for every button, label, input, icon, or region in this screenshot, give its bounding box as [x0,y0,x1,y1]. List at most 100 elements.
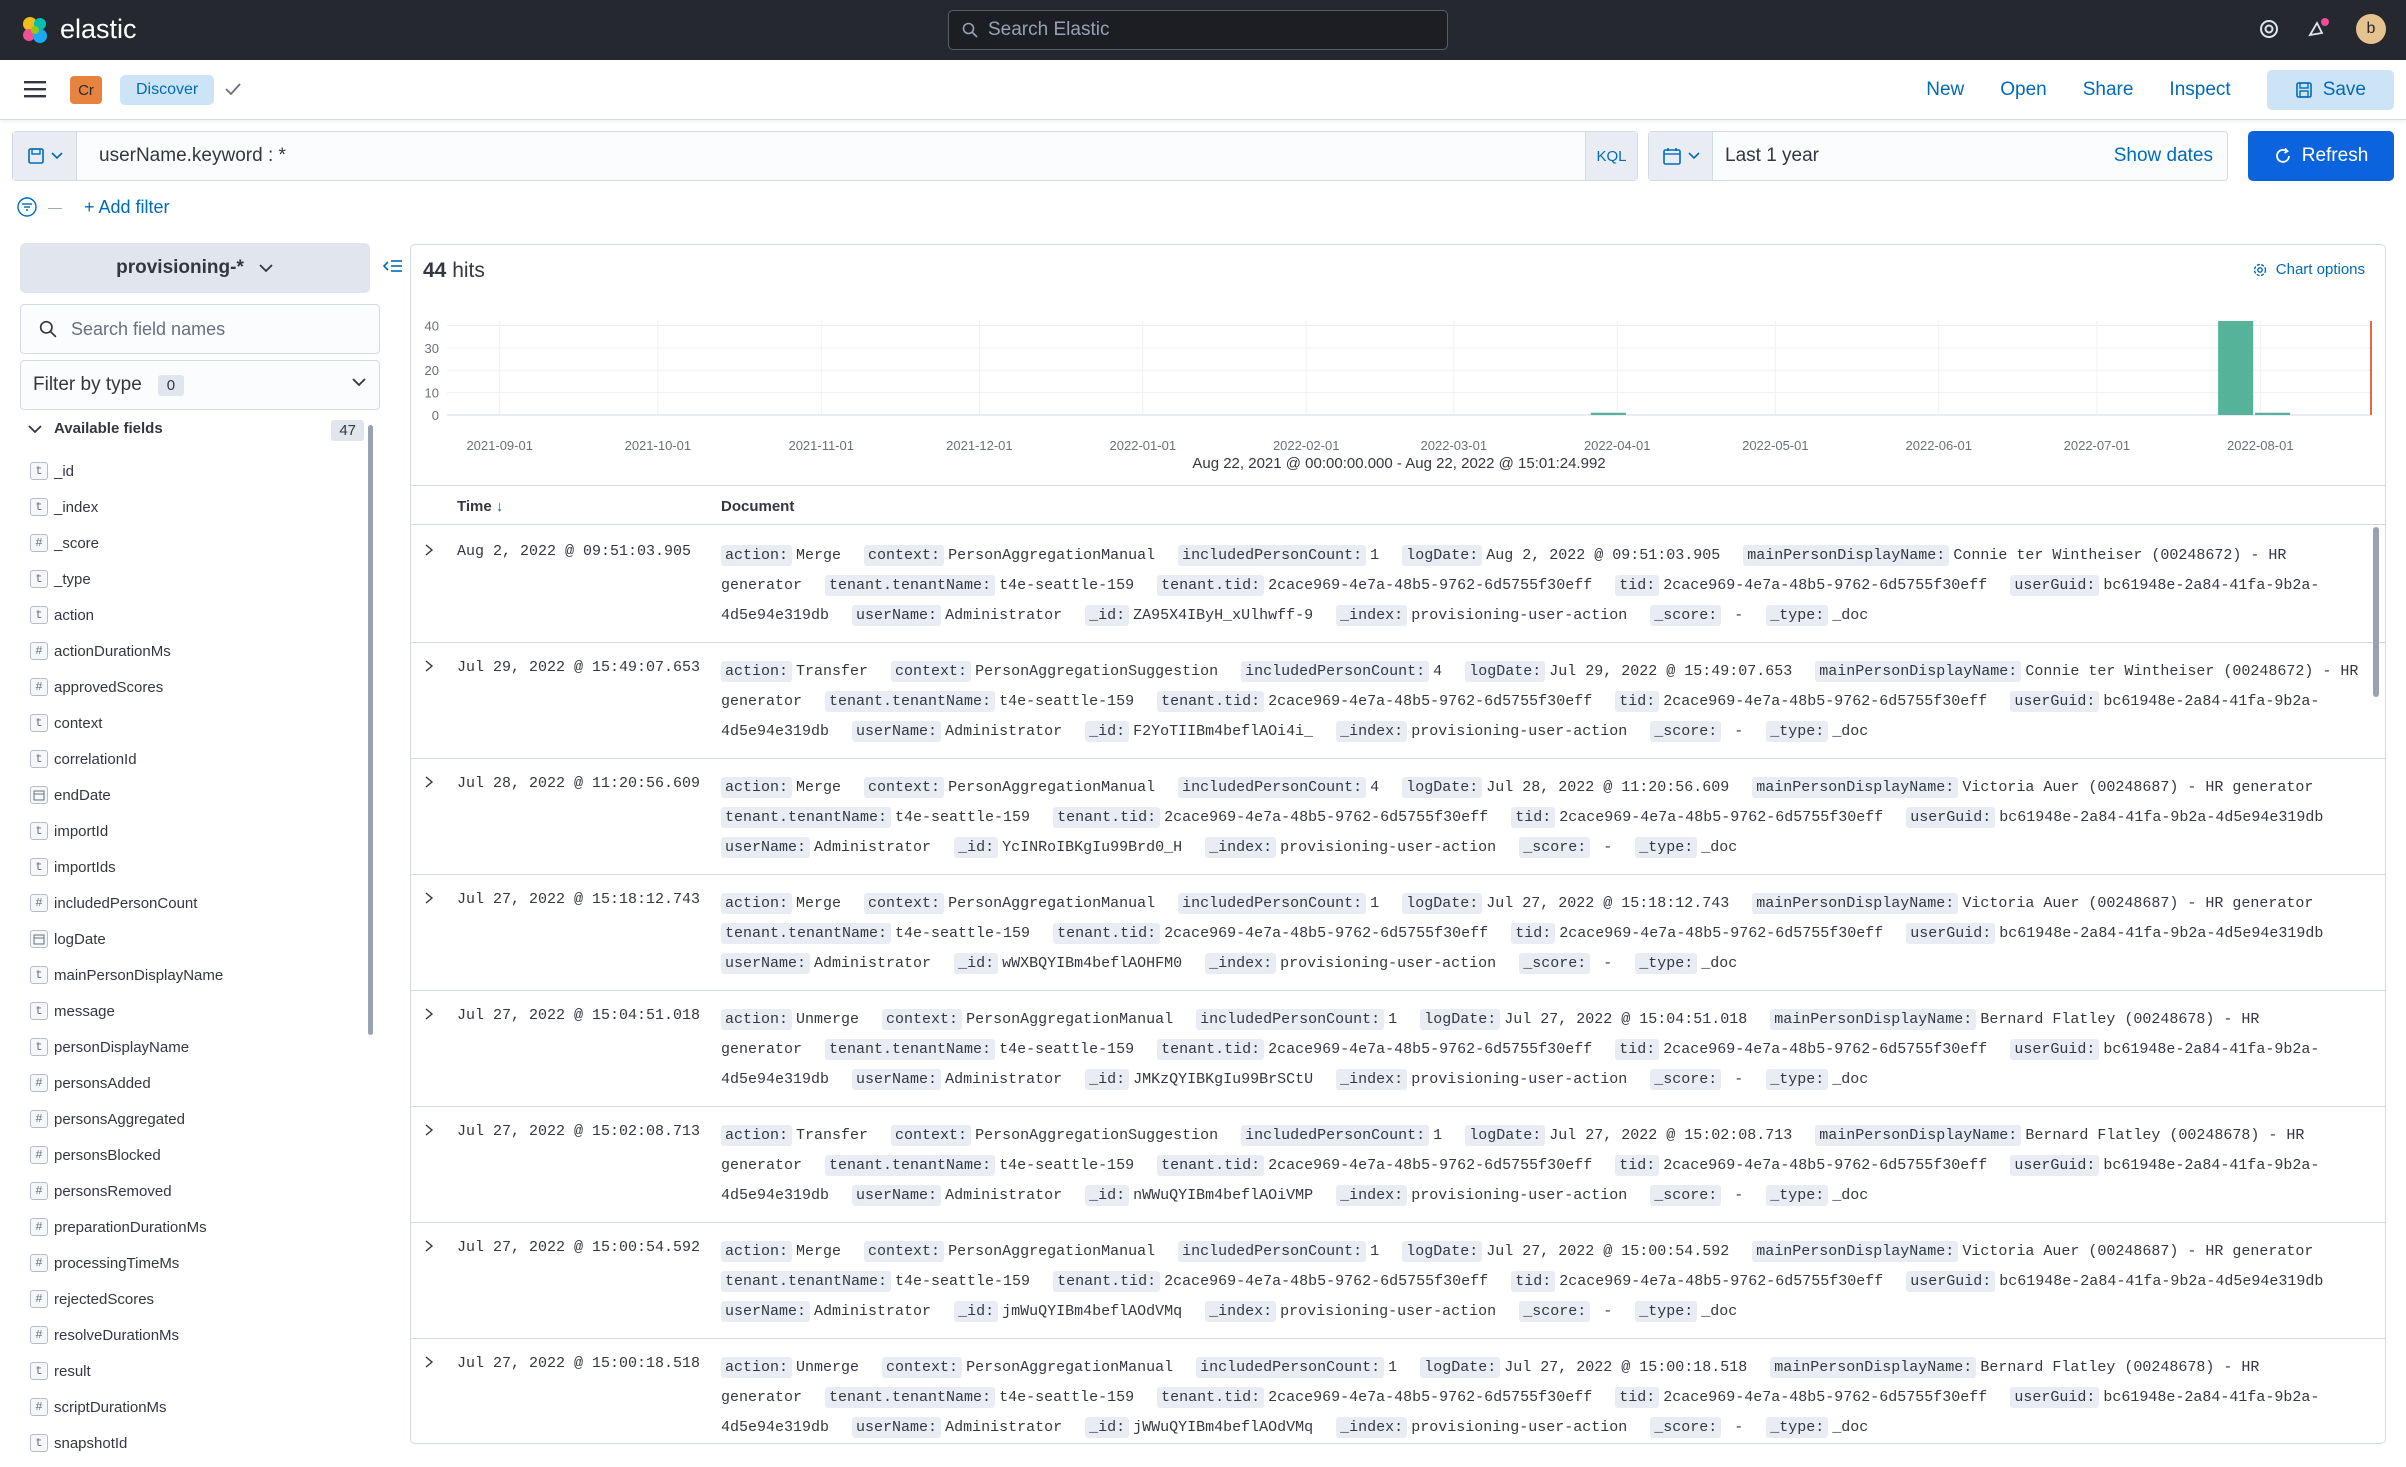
expand-row-icon[interactable] [423,543,435,557]
index-pattern-selector[interactable]: provisioning-* [20,243,370,293]
field-item[interactable]: t _id [30,453,360,489]
inspect-button[interactable]: Inspect [2169,79,2230,101]
table-scrollbar[interactable] [2373,527,2379,697]
field-name: personsRemoved [54,1182,172,1200]
histogram-bar[interactable] [2218,321,2254,415]
space-avatar[interactable]: Cr [70,76,102,104]
share-button[interactable]: Share [2083,79,2134,101]
field-item[interactable]: t importIds [30,849,360,885]
add-filter-button[interactable]: + Add filter [84,197,170,218]
field-item[interactable]: # actionDurationMs [30,633,360,669]
histogram-bar[interactable] [2255,412,2291,415]
field-item[interactable]: t message [30,993,360,1029]
saved-query-menu-button[interactable] [13,132,77,180]
field-item[interactable]: t _type [30,561,360,597]
field-item[interactable]: # includedPersonCount [30,885,360,921]
field-value: bc61948e-2a84-41fa-9b2a-4d5e94e319db [1999,925,2324,942]
available-fields-header[interactable]: Available fields 47 [28,420,364,441]
field-item[interactable]: t snapshotId [30,1425,360,1461]
expand-row-icon[interactable] [423,775,435,789]
expand-row-icon[interactable] [423,659,435,673]
collapse-sidebar-icon[interactable] [383,258,403,274]
query-language-toggle[interactable]: KQL [1585,132,1637,180]
field-item[interactable]: t action [30,597,360,633]
sidebar-scrollbar[interactable] [368,425,373,1035]
expand-row-icon[interactable] [423,1123,435,1137]
number-field-icon: # [30,1254,48,1272]
expand-row-icon[interactable] [423,1239,435,1253]
field-key: tid: [1511,923,1556,944]
field-item[interactable]: t correlationId [30,741,360,777]
field-item[interactable]: # preparationDurationMs [30,1209,360,1245]
column-header-time[interactable]: Time ↓ [457,498,503,515]
field-item[interactable]: # _score [30,525,360,561]
field-item[interactable]: t context [30,705,360,741]
field-item[interactable]: t _index [30,489,360,525]
field-value: Administrator [814,1303,932,1320]
user-avatar[interactable]: b [2356,14,2386,44]
x-tick-label: 2022-05-01 [1742,438,1809,453]
field-item[interactable]: # personsBlocked [30,1137,360,1173]
field-name: personsBlocked [54,1146,161,1164]
field-item[interactable]: # resolveDurationMs [30,1317,360,1353]
histogram-chart[interactable]: 40 30 20 10 0 2021-09-01 2021-10-01 2021-11-01 2… [411,315,2386,475]
field-item[interactable]: # personsRemoved [30,1173,360,1209]
field-key: action: [721,1241,793,1262]
field-key: context: [891,1125,972,1146]
field-item[interactable]: endDate [30,777,360,813]
field-sidebar: provisioning-* Search field names Filter… [0,240,403,1467]
header-icons: b [2258,14,2386,44]
field-value: 2cace969-4e7a-48b5-9762-6d5755f30eff [1559,925,1884,942]
global-search-input[interactable]: Search Elastic [948,10,1448,50]
field-value: Administrator [945,1187,1063,1204]
field-key: _score: [1650,721,1722,742]
new-button[interactable]: New [1926,79,1964,101]
query-input[interactable]: userName.keyword : * [77,145,1585,167]
expand-row-icon[interactable] [423,1007,435,1021]
field-item[interactable]: # processingTimeMs [30,1245,360,1281]
number-field-icon: # [30,1398,48,1416]
show-dates-button[interactable]: Show dates [2114,145,2213,167]
open-button[interactable]: Open [2000,79,2046,101]
field-item[interactable]: # scriptDurationMs [30,1389,360,1425]
field-item[interactable]: # personsAdded [30,1065,360,1101]
filter-count-badge: 0 [157,374,185,396]
field-item[interactable]: t result [30,1353,360,1389]
field-key: _id: [1085,1417,1130,1438]
field-value: 1 [1433,1127,1443,1144]
news-feed-icon[interactable] [2306,17,2330,41]
field-item[interactable]: # rejectedScores [30,1281,360,1317]
field-item[interactable]: # personsAggregated [30,1101,360,1137]
expand-row-icon[interactable] [423,891,435,905]
expand-row-icon[interactable] [423,1355,435,1369]
histogram-bar[interactable] [1590,412,1626,415]
row-document: action: Unmerge context: PersonAggregation… [721,1353,2361,1443]
field-search-input[interactable]: Search field names [20,304,380,354]
field-value: Merge [796,547,842,564]
elastic-logo[interactable]: elastic [20,14,137,45]
field-item[interactable]: t personDisplayName [30,1029,360,1065]
save-button[interactable]: Save [2266,70,2394,110]
date-range-label[interactable]: Last 1 year [1713,145,2114,167]
string-field-icon: t [30,750,48,768]
field-key: tenant.tenantName: [721,807,892,828]
refresh-button[interactable]: Refresh [2248,131,2394,181]
field-value: 2cace969-4e7a-48b5-9762-6d5755f30eff [1268,577,1593,594]
field-value: provisioning-user-action [1280,839,1497,856]
saved-query-icon [27,148,44,164]
quick-date-menu-button[interactable] [1649,132,1713,180]
help-icon[interactable] [2258,18,2280,40]
field-key: action: [721,777,793,798]
filter-options-icon[interactable] [16,196,38,218]
field-item[interactable]: # approvedScores [30,669,360,705]
field-item[interactable]: logDate [30,921,360,957]
field-value: Merge [796,779,842,796]
breadcrumb-discover[interactable]: Discover [120,75,215,105]
hamburger-menu-icon[interactable] [24,79,46,99]
filter-by-type-button[interactable]: Filter by type 0 [20,360,380,410]
field-name: message [54,1002,115,1020]
field-item[interactable]: t importId [30,813,360,849]
chart-options-button[interactable]: Chart options [2252,261,2365,278]
field-item[interactable]: t mainPersonDisplayName [30,957,360,993]
field-key: _id: [1085,605,1130,626]
